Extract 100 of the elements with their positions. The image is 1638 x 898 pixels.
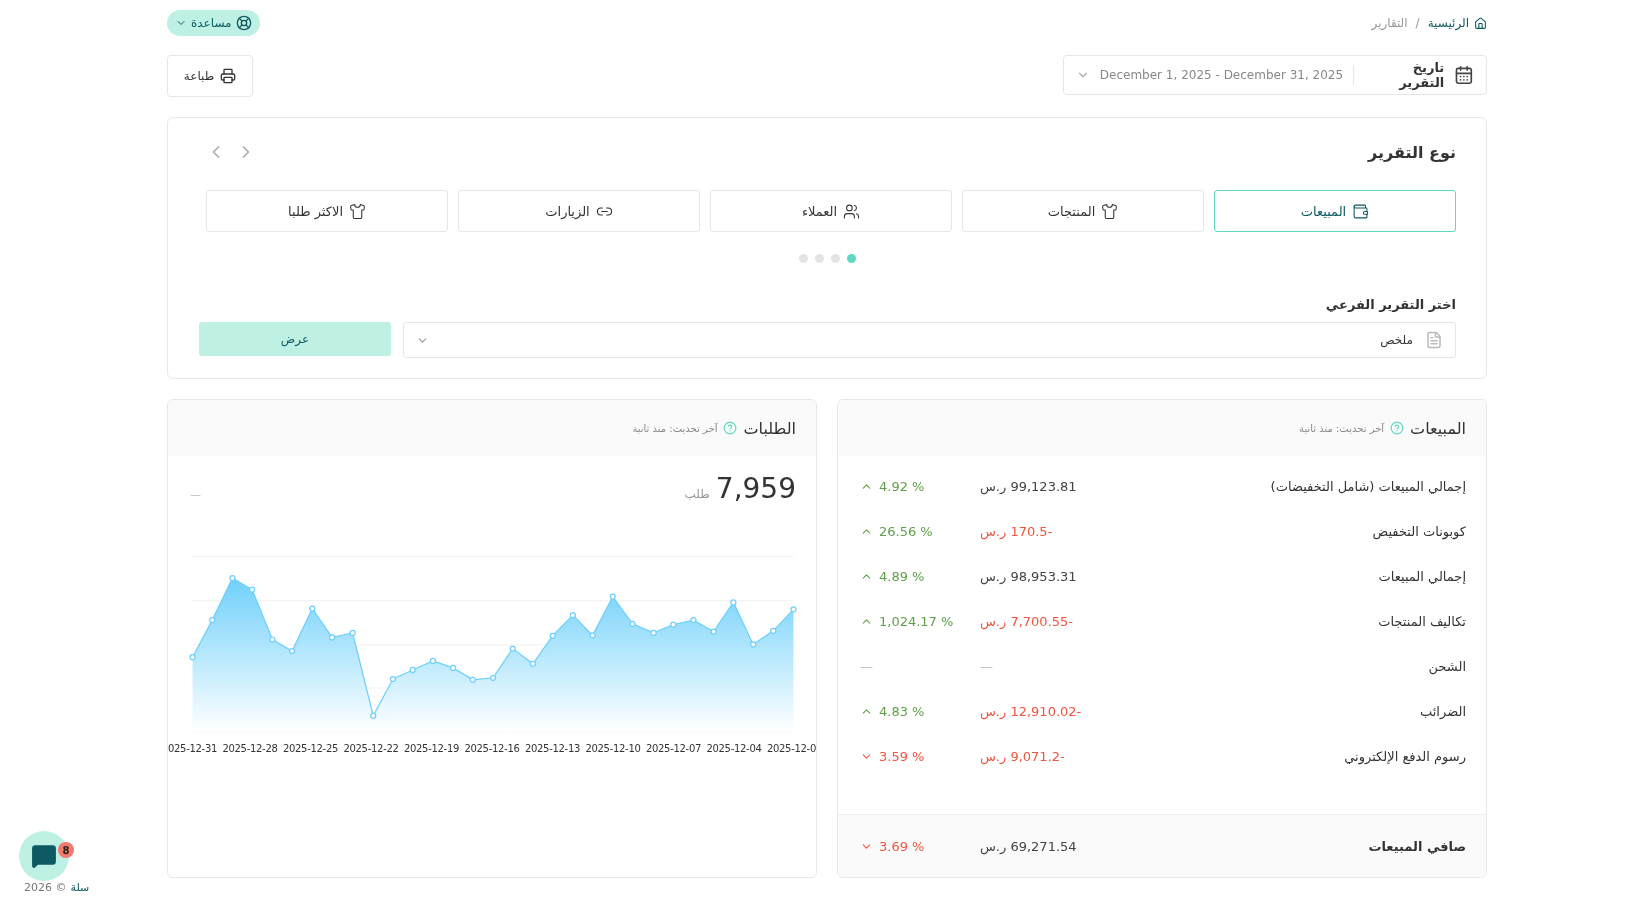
- data-point: [770, 627, 777, 634]
- help-icon: [1390, 421, 1405, 435]
- lifebuoy-icon: [235, 15, 252, 31]
- data-point: [609, 593, 616, 600]
- data-point: [690, 617, 697, 624]
- report-tab[interactable]: الزيارات: [458, 190, 700, 232]
- data-point: [489, 674, 497, 681]
- data-point: [750, 641, 757, 648]
- x-axis-label: 2025-12-04: [706, 743, 762, 754]
- card-title: المبيعات: [1410, 418, 1466, 438]
- data-point: [589, 632, 596, 639]
- last-updated-text: آخر تحديث: منذ ثانية: [632, 422, 718, 434]
- calendar-icon: [1454, 65, 1474, 85]
- metric-label: تكاليف المنتجات: [1377, 614, 1466, 629]
- metric-amount: -170.5 ر.س: [980, 524, 1054, 539]
- metric-amount: -12,910.02 ر.س: [980, 704, 1083, 719]
- metric-amount: 99,123.81 ر.س: [980, 479, 1078, 494]
- x-axis-label: 2025-12-10: [585, 743, 641, 754]
- percent-change: 4.89 %: [879, 569, 925, 584]
- dash-mark: —: [190, 488, 201, 501]
- data-point: [189, 654, 196, 661]
- data-point: [790, 606, 797, 613]
- data-point: [389, 675, 397, 683]
- report-tab[interactable]: العملاء: [710, 190, 952, 232]
- percent-change: 4.83 %: [879, 704, 925, 719]
- wallet-icon: [1352, 202, 1370, 220]
- chat-bubble-icon: [31, 843, 57, 869]
- data-point: [309, 605, 316, 612]
- x-axis-label: 2025-12-25: [282, 743, 339, 754]
- percent-change: 3.59 %: [879, 749, 925, 764]
- chat-button[interactable]: [19, 831, 69, 881]
- data-point: [229, 574, 236, 582]
- report-tab[interactable]: المنتجات: [962, 190, 1204, 232]
- current-breadcrumb: التقارير: [1371, 16, 1408, 30]
- help-icon: [723, 421, 738, 435]
- data-point: [249, 586, 256, 593]
- users-icon: [843, 202, 861, 220]
- x-axis-label: 025-12-31: [168, 743, 218, 754]
- data-point: [529, 660, 537, 667]
- percent-change: —: [860, 659, 873, 674]
- x-axis-label: 2025-12-19: [403, 743, 460, 754]
- document-icon: [1425, 331, 1443, 349]
- metric-label: صافي المبيعات: [1367, 838, 1466, 854]
- subreport-label: اختر التقرير الفرعي: [1324, 297, 1456, 312]
- data-point: [469, 676, 476, 683]
- data-point: [710, 628, 717, 635]
- percent-change: 1,024.17 %: [879, 614, 954, 629]
- copyright-text: 2026 ©: [24, 881, 67, 894]
- metric-label: الشحن: [1427, 659, 1466, 674]
- data-point: [549, 632, 556, 639]
- data-point: [409, 666, 416, 674]
- metric-amount: 98,953.31 ر.س: [980, 569, 1078, 584]
- report-tab[interactable]: المبيعات: [1214, 190, 1456, 232]
- date-range-value: December 1, 2025 - December 31, 2025: [1099, 68, 1344, 82]
- subreport-value: ملخص: [1379, 333, 1413, 347]
- card-title: الطلبات: [743, 418, 796, 438]
- date-picker-label: تاريخ التقرير: [1397, 60, 1445, 90]
- data-point: [328, 634, 336, 641]
- x-axis-label: 2025-12-16: [464, 743, 520, 754]
- data-point: [288, 647, 296, 655]
- printer-icon: [220, 68, 237, 84]
- pager-dot[interactable]: [846, 254, 856, 263]
- metric-amount: —: [980, 659, 994, 674]
- percent-change: 26.56 %: [879, 524, 933, 539]
- data-point: [650, 629, 657, 636]
- percent-change: 4.92 %: [879, 479, 925, 494]
- subreport-select[interactable]: ملخص: [403, 322, 1456, 358]
- print-button[interactable]: طباعة: [167, 55, 253, 97]
- breadcrumb-separator: /: [1415, 16, 1420, 30]
- pager-dot[interactable]: [814, 254, 824, 263]
- help-button[interactable]: مساعدة: [167, 10, 260, 36]
- x-axis-label: 2025-12-28: [222, 743, 278, 754]
- shirt-icon: [1101, 202, 1119, 220]
- percent-change: 3.69 %: [879, 838, 925, 854]
- metric-label: الضرائب: [1419, 704, 1466, 719]
- orders-unit: طلب: [684, 487, 710, 501]
- metric-amount: -9,071.2 ر.س: [980, 749, 1066, 764]
- pager-dot[interactable]: [798, 254, 808, 263]
- data-point: [349, 629, 356, 636]
- data-point: [429, 657, 437, 664]
- data-point: [269, 636, 276, 643]
- footer-link[interactable]: سلة: [70, 881, 90, 894]
- data-point: [209, 617, 216, 624]
- metric-label: إجمالي المبيعات: [1377, 569, 1466, 584]
- metric-label: رسوم الدفع الإلكتروني: [1343, 749, 1466, 764]
- home-breadcrumb-link[interactable]: الرئيسية: [1427, 16, 1487, 30]
- data-point: [370, 712, 377, 719]
- x-axis-label: 2025-12-07: [645, 743, 702, 754]
- data-point: [670, 621, 677, 628]
- data-point: [629, 620, 636, 627]
- show-button[interactable]: عرض: [199, 322, 391, 356]
- x-axis-label: 2025-12-0: [766, 743, 816, 754]
- report-type-title: نوع التقرير: [1368, 142, 1456, 162]
- metric-amount: 69,271.54 ر.س: [980, 838, 1078, 854]
- pager-dot[interactable]: [830, 254, 840, 263]
- data-point: [730, 599, 737, 606]
- shirt-icon: [349, 202, 366, 220]
- x-axis-label: 2025-12-22: [343, 743, 399, 754]
- report-tab[interactable]: الاكثر طلبا: [206, 190, 448, 232]
- metric-label: كوبونات التخفيض: [1371, 524, 1466, 539]
